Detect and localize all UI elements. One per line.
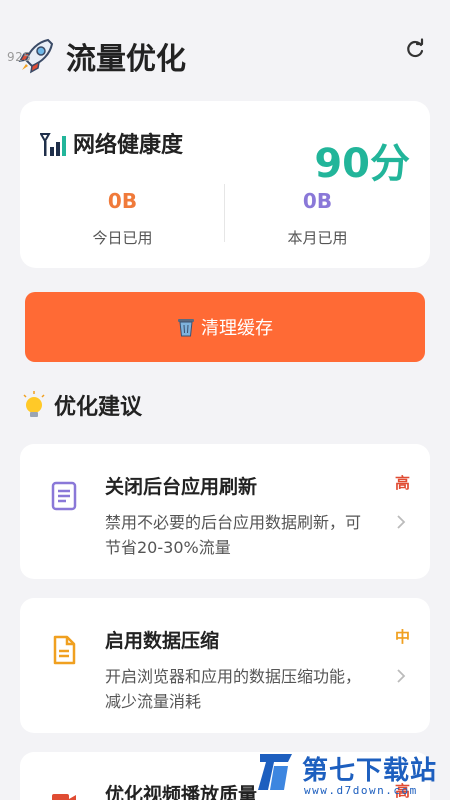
month-usage-label: 本月已用: [287, 229, 348, 247]
network-health-card: 网络健康度 90分 0B 今日已用 0B 本月已用: [20, 101, 430, 268]
logo-number: 925: [7, 50, 32, 64]
health-score: 90分: [314, 141, 410, 187]
suggestions-title: 优化建议: [54, 395, 143, 420]
priority-badge: 高: [394, 474, 410, 492]
app-header: 925 流量优化: [0, 0, 450, 100]
watermark-url: www.d7down.com: [304, 784, 418, 797]
watermark-brand: 第七下载站: [302, 756, 438, 786]
month-usage-value: 0B: [302, 189, 333, 213]
watermark: 第七下载站 www.d7down.com: [254, 750, 450, 800]
clear-cache-button[interactable]: 清理缓存: [25, 292, 425, 362]
suggestion-title: 关闭后台应用刷新: [105, 476, 258, 498]
refresh-icon[interactable]: [404, 38, 426, 60]
priority-badge: 中: [394, 628, 410, 646]
suggestion-card[interactable]: 启用数据压缩 开启浏览器和应用的数据压缩功能，减少流量消耗 中: [20, 598, 430, 733]
suggestion-description: 开启浏览器和应用的数据压缩功能，减少流量消耗: [105, 667, 362, 711]
suggestion-description: 禁用不必要的后台应用数据刷新，可节省20-30%流量: [105, 513, 362, 557]
today-usage-value: 0B: [107, 189, 138, 213]
month-usage: 0B 本月已用: [215, 189, 420, 248]
document-icon: [51, 481, 77, 511]
today-usage: 0B 今日已用: [20, 189, 225, 248]
lightbulb-icon: [23, 391, 45, 417]
file-icon: [53, 635, 76, 665]
signal-bars-icon: [40, 133, 66, 156]
suggestion-title: 优化视频播放质量: [105, 784, 258, 800]
clear-cache-label: 清理缓存: [201, 318, 273, 339]
today-usage-label: 今日已用: [92, 229, 153, 247]
suggestions-heading: 优化建议: [20, 388, 142, 422]
health-title: 网络健康度: [73, 133, 184, 158]
page-title: 流量优化: [66, 42, 186, 77]
chevron-right-icon: [397, 669, 406, 683]
watermark-logo-icon: [258, 754, 292, 790]
suggestion-title: 启用数据压缩: [105, 630, 220, 652]
suggestion-card[interactable]: 关闭后台应用刷新 禁用不必要的后台应用数据刷新，可节省20-30%流量 高: [20, 444, 430, 579]
video-icon: [52, 794, 76, 800]
trash-icon: [178, 319, 194, 337]
chevron-right-icon: [397, 515, 406, 529]
